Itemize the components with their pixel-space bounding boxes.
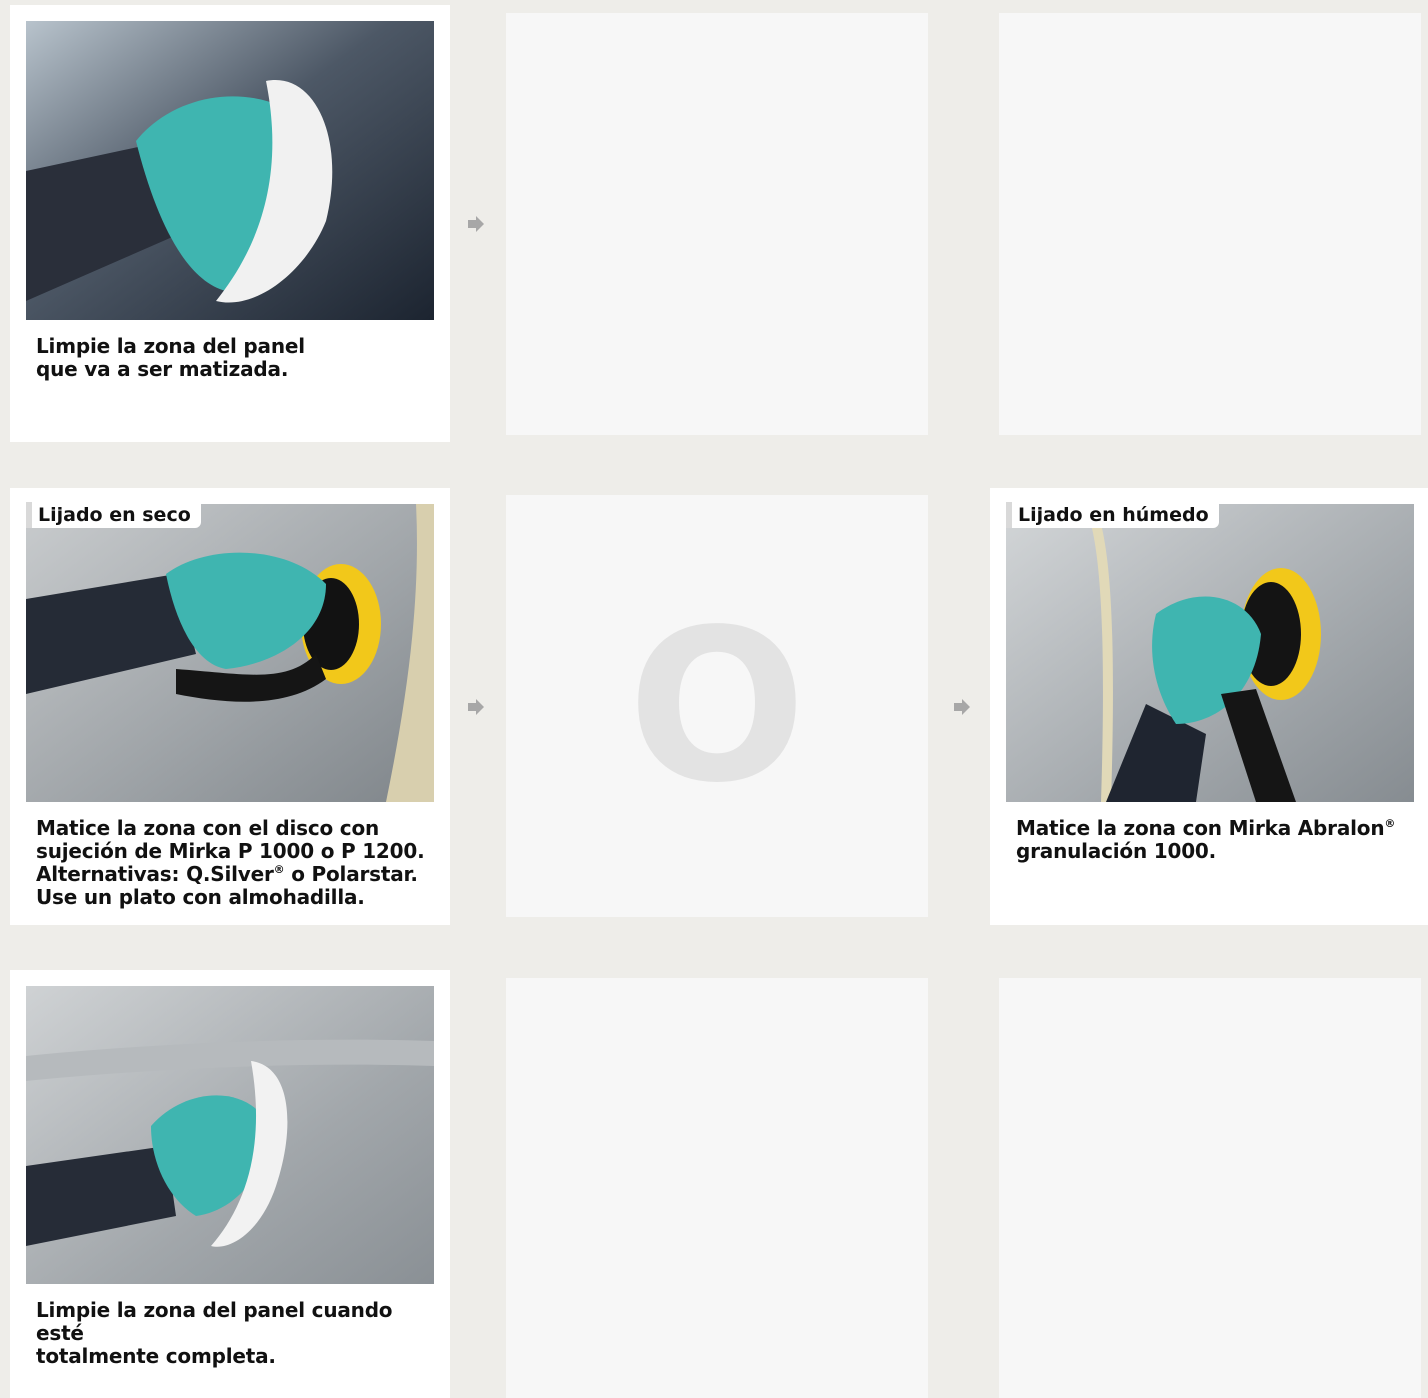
arrow-right-icon [467,699,485,715]
arrow-right-icon [467,216,485,232]
photo-dry-sanding [26,504,434,802]
empty-panel [506,13,928,435]
step-card-dry-sanding: Lijado en seco Matice la zona con el dis… [10,488,450,925]
or-divider-letter: O [627,583,807,829]
empty-panel [999,978,1421,1398]
empty-panel [506,978,928,1398]
arrow-right-icon [953,699,971,715]
tag-dry-sanding: Lijado en seco [26,502,201,528]
tag-wet-sanding: Lijado en húmedo [1006,502,1219,528]
caption-clean-after: Limpie la zona del panel cuando esté tot… [36,1298,393,1368]
step-card-wet-sanding: Lijado en húmedo Matice la zona con Mirk… [990,488,1428,925]
step-card-clean-before: Limpie la zona del panel que va a ser ma… [10,5,450,442]
step-card-clean-after: Limpie la zona del panel cuando esté tot… [10,970,450,1398]
photo-wet-sanding [1006,504,1414,802]
empty-panel [999,13,1421,435]
photo-wiping-panel [26,21,434,320]
photo-wiping-finished-panel [26,986,434,1284]
caption-wet-sanding: Matice la zona con Mirka Abralon® granul… [1016,816,1396,863]
or-divider-panel: O [506,495,928,917]
caption-clean-before: Limpie la zona del panel que va a ser ma… [36,334,305,381]
caption-dry-sanding: Matice la zona con el disco con sujeción… [36,816,425,909]
